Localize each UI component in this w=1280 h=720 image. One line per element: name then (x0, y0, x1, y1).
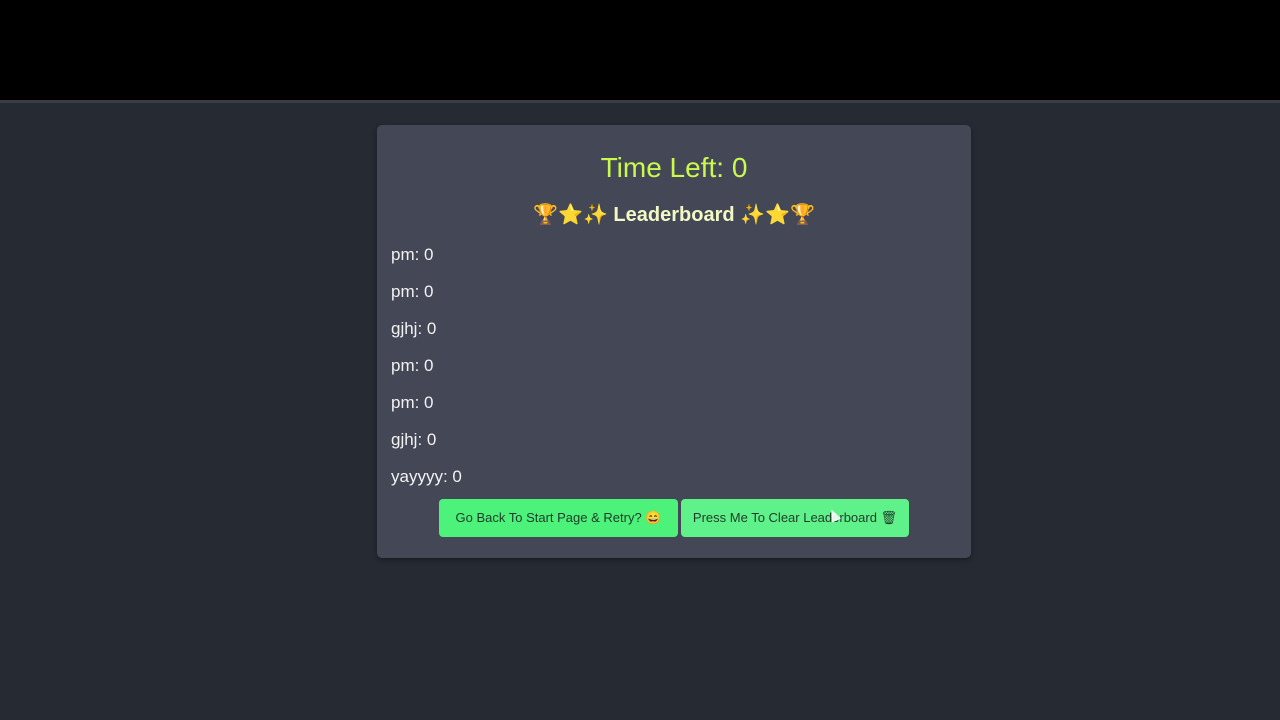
time-left-label: Time Left: 0 (600, 152, 748, 183)
leaderboard-entry: gjhj: 0 (391, 430, 437, 449)
clear-leaderboard-button[interactable]: Press Me To Clear Leaderboard 🗑 (681, 499, 909, 537)
leaderboard-entry: pm: 0 (391, 282, 434, 301)
leaderboard-title: Leaderboard (613, 204, 735, 226)
leaderboard-list: pm: 0 pm: 0 gjhj: 0 pm: 0 pm: 0 gjhj: 0 … (391, 243, 951, 502)
leaderboard-entry: pm: 0 (391, 393, 434, 412)
leaderboard-entry: pm: 0 (391, 356, 434, 375)
leaderboard-entry: pm: 0 (391, 245, 434, 264)
top-black-bar (0, 0, 1280, 100)
retry-button[interactable]: Go Back To Start Page & Retry? 😄 (439, 499, 678, 537)
sparkle-star-trophy-icon: ✨⭐🏆 (740, 204, 815, 226)
game-over-card: Time Left: 0 🏆⭐✨ Leaderboard ✨⭐🏆 pm: 0 p… (377, 125, 971, 558)
top-divider (0, 100, 1280, 103)
leaderboard-entry: gjhj: 0 (391, 319, 437, 338)
leaderboard-entry: yayyyy: 0 (391, 467, 462, 486)
leaderboard-heading: 🏆⭐✨ Leaderboard ✨⭐🏆 (377, 202, 971, 228)
trophy-star-sparkle-icon: 🏆⭐✨ (533, 204, 608, 226)
